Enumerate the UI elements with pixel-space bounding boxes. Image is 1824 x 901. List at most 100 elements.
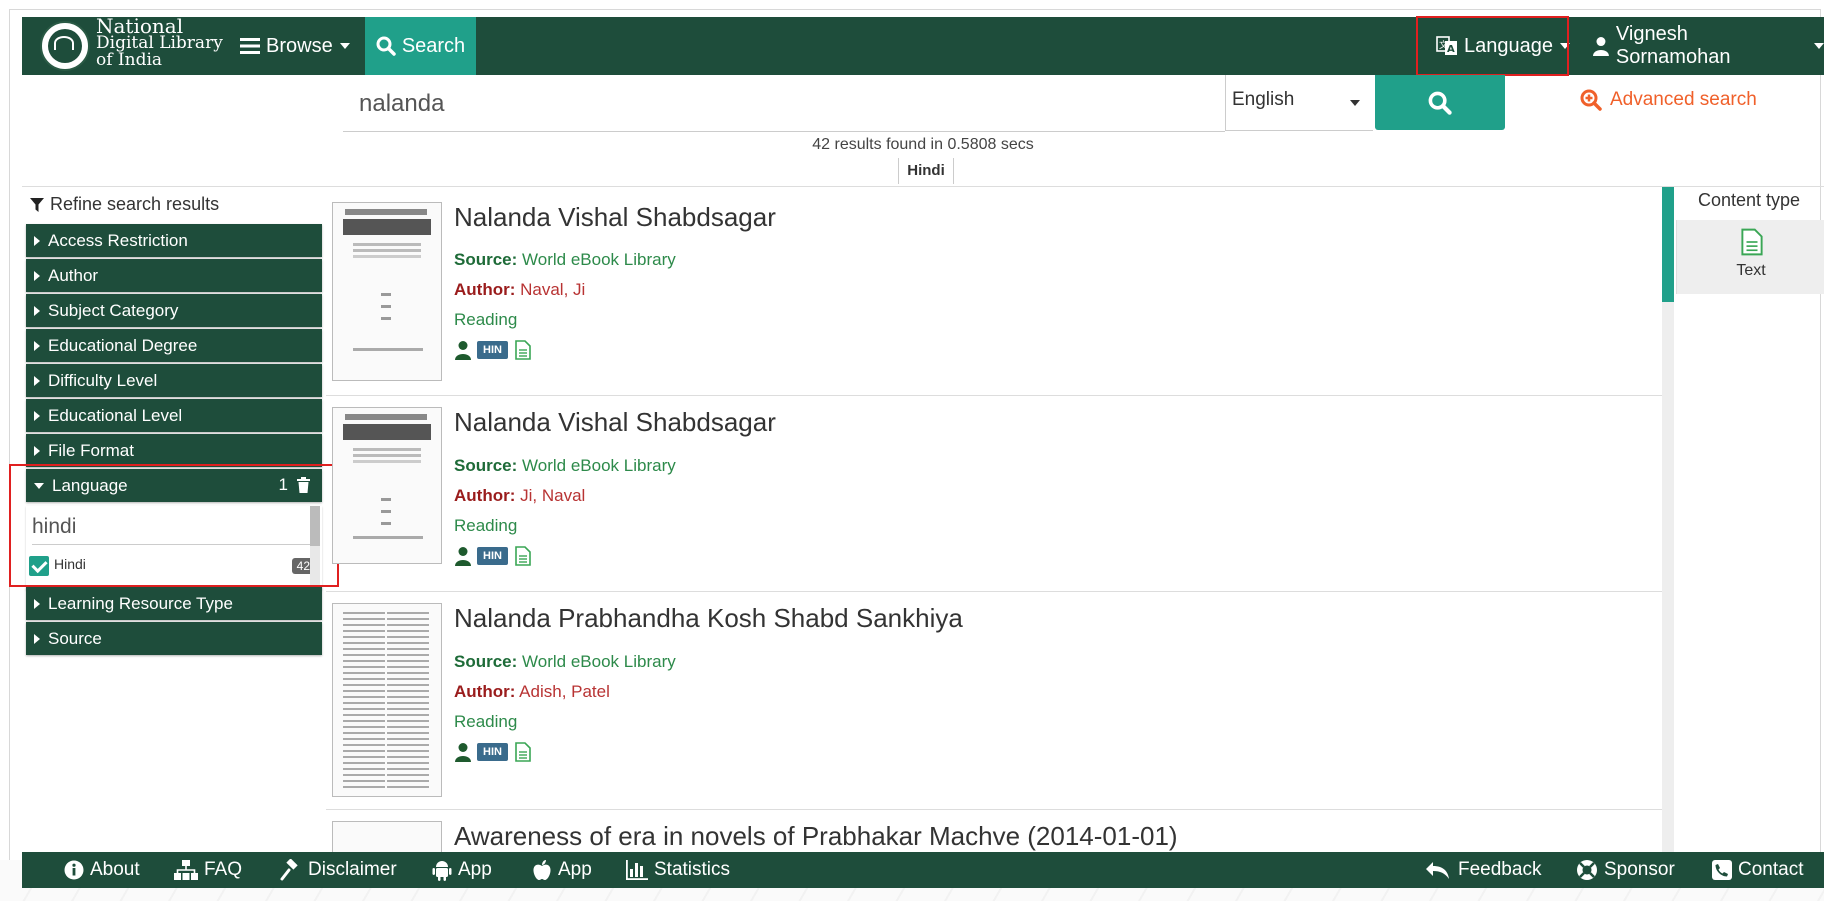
result-author: Author: Adish, Patel [454,682,610,701]
result-card: Nalanda Vishal Shabdsagar Source: World … [326,395,1662,592]
result-thumbnail[interactable] [332,603,442,797]
author-link[interactable]: Adish, Patel [519,682,610,701]
user-menu-button[interactable]: Vignesh Sornamohan [1592,17,1824,75]
facet-label: Subject Category [48,300,179,320]
facet-label: File Format [48,440,134,460]
search-language-value: English [1232,89,1295,110]
footer-disclaimer-link[interactable]: Disclaimer [280,852,397,888]
user-icon [455,743,471,762]
footer-feedback-link[interactable]: Feedback [1426,852,1541,888]
caret-right-icon [34,375,40,386]
facet-subject-category[interactable]: Subject Category [26,294,322,327]
footer-android-app-link[interactable]: App [432,852,492,888]
facet-source[interactable]: Source [26,622,322,655]
footer-faq-link[interactable]: FAQ [174,852,242,888]
facet-educational-degree[interactable]: Educational Degree [26,329,322,362]
content-type-label: Text [1736,262,1766,279]
footer-about-link[interactable]: About [64,852,140,888]
scrollbar-thumb[interactable] [1662,187,1674,302]
author-link[interactable]: Ji, Naval [520,486,585,505]
document-icon [515,546,531,566]
caret-right-icon [34,633,40,644]
facet-educational-level[interactable]: Educational Level [26,399,322,432]
content-type-text-button[interactable]: Text [1676,220,1824,294]
facet-file-format[interactable]: File Format [26,434,322,467]
facet-access-restriction[interactable]: Access Restriction [26,224,322,257]
caret-right-icon [34,305,40,316]
hamburger-icon [240,38,260,54]
phone-icon [1712,860,1732,880]
result-thumbnail[interactable] [332,821,442,852]
search-nav-button[interactable]: Search [365,17,476,75]
result-thumbnail[interactable] [332,202,442,381]
result-title[interactable]: Nalanda Prabhandha Kosh Shabd Sankhiya [454,603,963,634]
facet-label: Educational Degree [48,335,198,355]
facet-learning-resource-type[interactable]: Learning Resource Type [26,587,322,620]
document-icon [515,742,531,762]
gavel-icon [280,859,298,881]
author-link[interactable]: Naval, Ji [520,280,585,299]
info-icon [64,860,84,880]
facet-difficulty-level[interactable]: Difficulty Level [26,364,322,397]
highlight-language-facet [9,464,339,587]
chevron-down-icon [1814,43,1824,49]
footer-sponsor-link[interactable]: Sponsor [1576,852,1675,888]
browse-label: Browse [266,34,333,57]
result-status: Reading [454,516,518,535]
caret-right-icon [34,340,40,351]
language-badge: HIN [477,743,508,761]
result-author: Author: Naval, Ji [454,280,586,299]
android-icon [432,861,452,881]
result-source: Source: World eBook Library [454,250,676,269]
source-link[interactable]: World eBook Library [522,456,676,475]
result-title[interactable]: Awareness of era in novels of Prabhakar … [454,821,1178,852]
result-card: Nalanda Prabhandha Kosh Shabd Sankhiya S… [326,591,1662,810]
result-title[interactable]: Nalanda Vishal Shabdsagar [454,202,776,233]
advanced-search-link[interactable]: Advanced search [1580,89,1757,111]
results-list: Nalanda Vishal Shabdsagar Source: World … [326,187,1662,852]
results-scrollbar[interactable] [1662,187,1674,852]
user-icon [455,547,471,566]
zoom-in-icon [1580,89,1602,111]
language-badge: HIN [477,341,508,359]
result-author: Author: Ji, Naval [454,486,586,505]
result-status: Reading [454,310,518,329]
result-thumbnail[interactable] [332,407,442,564]
facet-author[interactable]: Author [26,259,322,292]
result-card: Nalanda Vishal Shabdsagar Source: World … [326,187,1662,396]
result-title[interactable]: Nalanda Vishal Shabdsagar [454,407,776,438]
search-input[interactable] [357,85,1201,123]
sitemap-icon [174,860,198,880]
footer-ios-app-link[interactable]: App [532,852,592,888]
footer-contact-link[interactable]: Contact [1712,852,1803,888]
apple-icon [533,860,551,880]
results-count: 42 results found in 0.5808 secs [812,136,1034,153]
search-box [343,75,1225,132]
footer-statistics-link[interactable]: Statistics [626,852,730,888]
filter-icon [30,197,44,212]
result-badges: HIN [454,742,531,762]
result-badges: HIN [454,546,531,566]
site-logo-text[interactable]: National Digital Library of India [96,16,223,69]
source-link[interactable]: World eBook Library [522,652,676,671]
source-link[interactable]: World eBook Library [522,250,676,269]
highlight-language-menu [1416,16,1569,76]
document-icon [1741,228,1763,256]
result-source: Source: World eBook Library [454,652,676,671]
search-language-select[interactable]: English [1225,75,1373,131]
search-submit-button[interactable] [1375,75,1505,130]
caret-right-icon [34,445,40,456]
active-filter-chip[interactable]: Hindi [898,158,954,184]
user-icon [455,341,471,360]
refine-heading: Refine search results [30,194,219,215]
facet-label: Access Restriction [48,230,188,250]
caret-right-icon [34,598,40,609]
user-name: Vignesh Sornamohan [1615,23,1731,68]
caret-right-icon [34,235,40,246]
ndli-logo-icon[interactable] [40,21,90,71]
chevron-down-icon [339,43,350,49]
facet-label: Learning Resource Type [48,593,233,613]
browse-menu-button[interactable]: Browse [240,17,350,75]
footer-bar: About FAQ Disclaimer App App Statistics … [22,852,1824,888]
caret-right-icon [34,270,40,281]
